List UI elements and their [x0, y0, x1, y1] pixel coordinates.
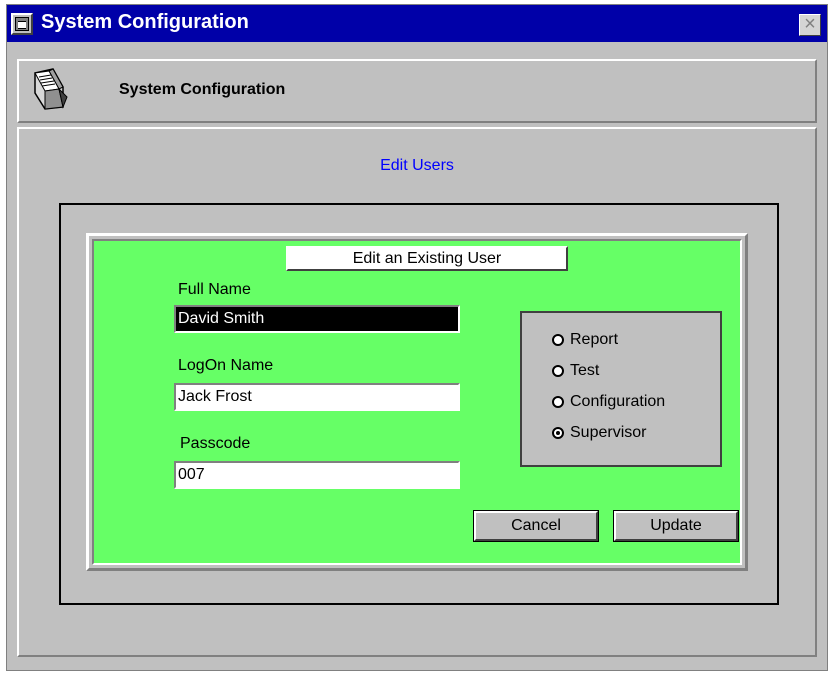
close-button[interactable]: ×: [799, 14, 821, 36]
radio-unchecked-icon[interactable]: [552, 365, 564, 377]
outer-frame: Edit an Existing User Full Name David Sm…: [59, 203, 779, 605]
window-menu-icon[interactable]: [11, 13, 33, 35]
app-window: System Configuration × System Configurat…: [6, 4, 828, 671]
radio-supervisor[interactable]: Supervisor: [552, 422, 646, 444]
full-name-field[interactable]: David Smith: [174, 305, 460, 333]
radio-label: Report: [570, 331, 619, 348]
document-icon: [34, 68, 68, 110]
cancel-button[interactable]: Cancel: [473, 510, 599, 542]
section-title: Edit Users: [380, 157, 454, 174]
header-title: System Configuration: [119, 81, 286, 98]
radio-test[interactable]: Test: [552, 360, 599, 382]
radio-unchecked-icon[interactable]: [552, 334, 564, 346]
passcode-label: Passcode: [180, 435, 251, 452]
update-button[interactable]: Update: [613, 510, 739, 542]
radio-unchecked-icon[interactable]: [552, 396, 564, 408]
title-bar[interactable]: System Configuration ×: [7, 5, 827, 42]
inner-frame: Edit an Existing User Full Name David Sm…: [86, 233, 748, 571]
main-panel: Edit Users Edit an Existing User Full Na…: [17, 127, 817, 657]
form-caption: Edit an Existing User: [286, 246, 568, 271]
radio-checked-icon[interactable]: [552, 427, 564, 439]
radio-label: Supervisor: [570, 424, 647, 441]
window-title: System Configuration: [41, 11, 249, 33]
radio-report[interactable]: Report: [552, 329, 618, 351]
full-name-label: Full Name: [178, 281, 251, 298]
logon-name-field[interactable]: Jack Frost: [174, 383, 460, 411]
edit-user-form: Edit an Existing User Full Name David Sm…: [92, 239, 742, 565]
header-panel: System Configuration: [17, 59, 817, 123]
passcode-field[interactable]: 007: [174, 461, 460, 489]
radio-label: Configuration: [570, 393, 666, 410]
logon-name-label: LogOn Name: [178, 357, 274, 374]
radio-label: Test: [570, 362, 600, 379]
radio-configuration[interactable]: Configuration: [552, 391, 665, 413]
role-radio-group: Report Test Configuration Supervisor: [520, 311, 722, 467]
